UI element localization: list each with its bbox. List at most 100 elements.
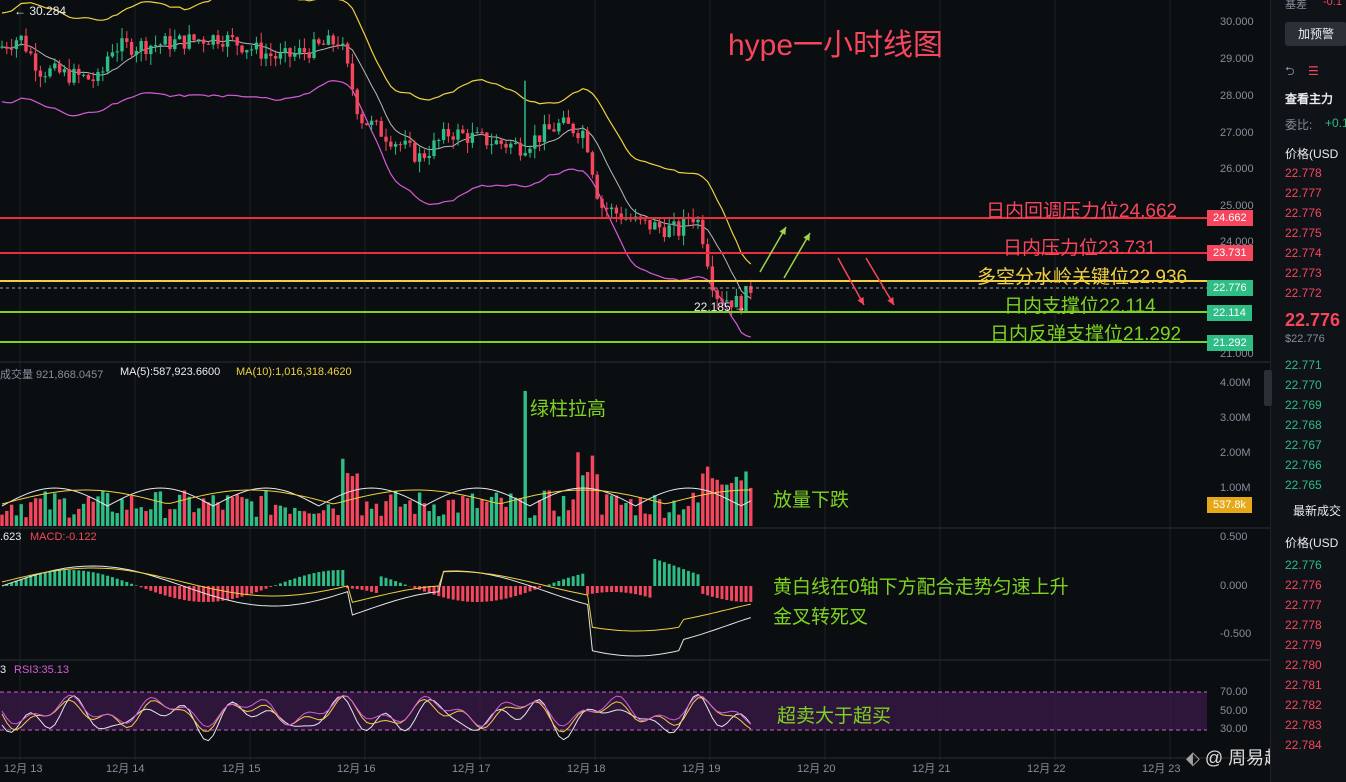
bid-price[interactable]: 22.765 bbox=[1285, 478, 1322, 492]
bid-price[interactable]: 22.767 bbox=[1285, 438, 1322, 452]
candle-body bbox=[115, 51, 119, 53]
candle-body bbox=[475, 131, 479, 133]
macd-histogram-bar bbox=[475, 586, 479, 602]
macd-histogram-bar bbox=[605, 586, 609, 593]
bid-price[interactable]: 22.770 bbox=[1285, 378, 1322, 392]
volume-bar bbox=[158, 491, 163, 526]
volume-bar bbox=[29, 502, 33, 526]
volume-bar bbox=[355, 473, 359, 526]
volume-bar bbox=[624, 503, 628, 526]
macd-histogram-bar bbox=[197, 586, 201, 602]
price-tick: 29.000 bbox=[1220, 53, 1254, 65]
candle-body bbox=[91, 79, 95, 82]
volume-bar bbox=[120, 499, 124, 526]
bid-price[interactable]: 22.769 bbox=[1285, 398, 1322, 412]
volume-bar bbox=[408, 500, 412, 526]
macd-histogram-bar bbox=[634, 586, 638, 595]
current-price-tag: 22.776 bbox=[1207, 280, 1253, 296]
ask-price[interactable]: 22.777 bbox=[1285, 186, 1322, 200]
macd-histogram-bar bbox=[115, 578, 119, 586]
volume-bar bbox=[24, 517, 28, 526]
candle-body bbox=[504, 143, 508, 148]
macd-histogram-bar bbox=[485, 586, 489, 602]
support-1-tag: 22.114 bbox=[1207, 305, 1252, 321]
ask-price[interactable]: 22.775 bbox=[1285, 226, 1322, 240]
candle-body bbox=[264, 53, 268, 59]
candle-body bbox=[278, 53, 283, 59]
support-1-note: 日内支撑位22.114 bbox=[1004, 296, 1156, 317]
candle-body bbox=[144, 41, 148, 55]
latest-trades-tab[interactable]: 最新成交 bbox=[1293, 502, 1341, 519]
candle-body bbox=[182, 35, 187, 49]
candle-body bbox=[393, 144, 398, 147]
volume-tag: 537.8k bbox=[1207, 497, 1253, 513]
macd-histogram-bar bbox=[638, 586, 642, 596]
volume-bar bbox=[417, 492, 422, 526]
volume-bar bbox=[427, 511, 431, 526]
candle-body bbox=[648, 219, 652, 230]
macd-histogram-bar bbox=[619, 586, 623, 593]
candle-body bbox=[485, 132, 489, 146]
macd-histogram-bar bbox=[667, 563, 671, 586]
volume-bar bbox=[48, 509, 52, 526]
trade-price: 22.779 bbox=[1285, 638, 1322, 652]
volume-bar bbox=[446, 500, 451, 526]
ask-price[interactable]: 22.773 bbox=[1285, 266, 1322, 280]
ask-price[interactable]: 22.778 bbox=[1285, 166, 1322, 180]
macd-histogram-bar bbox=[648, 586, 652, 598]
orderbook-toggle-icon[interactable]: ☰ bbox=[1308, 64, 1319, 78]
volume-bar bbox=[360, 515, 364, 526]
volume-tick: 3.00M bbox=[1220, 412, 1251, 424]
candle-body bbox=[245, 50, 249, 53]
volume-bar bbox=[77, 508, 81, 526]
candle-body bbox=[600, 198, 604, 208]
candle-body bbox=[312, 39, 316, 58]
candle-body bbox=[355, 89, 359, 115]
macd-histogram-bar bbox=[370, 586, 374, 592]
volume-bar bbox=[667, 512, 671, 526]
macd-histogram-bar bbox=[552, 582, 556, 586]
candle-body bbox=[168, 36, 172, 50]
volume-bar bbox=[672, 500, 676, 526]
volume-bar bbox=[321, 510, 326, 526]
ask-price[interactable]: 22.774 bbox=[1285, 246, 1322, 260]
volume-bar bbox=[53, 493, 57, 526]
macd-histogram-bar bbox=[643, 586, 647, 597]
candle-body bbox=[609, 207, 614, 210]
date-tick: 12月 20 bbox=[797, 763, 836, 775]
volume-bar bbox=[729, 482, 734, 526]
candle-body bbox=[24, 35, 28, 52]
bid-price[interactable]: 22.771 bbox=[1285, 358, 1322, 372]
candle-body bbox=[86, 74, 91, 80]
kline-chart[interactable] bbox=[0, 0, 1270, 782]
candle-body bbox=[14, 40, 19, 50]
volume-bar bbox=[681, 509, 686, 526]
candle-body bbox=[489, 144, 494, 146]
volume-bar bbox=[705, 466, 710, 526]
volume-bar bbox=[609, 495, 614, 526]
macd-histogram-bar bbox=[566, 577, 570, 586]
panel-collapse-handle[interactable] bbox=[1264, 370, 1272, 406]
volume-bar bbox=[307, 513, 311, 526]
ask-price[interactable]: 22.776 bbox=[1285, 206, 1322, 220]
trades-price-header: 价格(USD bbox=[1285, 536, 1339, 550]
macd-histogram-bar bbox=[48, 571, 52, 586]
macd-histogram-bar bbox=[250, 586, 254, 594]
trade-price: 22.783 bbox=[1285, 718, 1322, 732]
candle-body bbox=[336, 44, 340, 46]
layout-icon[interactable]: ⮌ bbox=[1285, 64, 1295, 78]
bid-price[interactable]: 22.766 bbox=[1285, 458, 1322, 472]
price-tick: 27.000 bbox=[1220, 127, 1254, 139]
volume-bar bbox=[696, 502, 700, 526]
add-alert-button[interactable]: 加预警 bbox=[1285, 22, 1346, 46]
panel-icons[interactable]: ⮌ ☰ bbox=[1285, 62, 1319, 83]
candle-body bbox=[19, 35, 23, 41]
volume-bar bbox=[182, 490, 187, 526]
candle-body bbox=[33, 53, 38, 71]
ask-price[interactable]: 22.772 bbox=[1285, 286, 1322, 300]
main-force-link[interactable]: 查看主力 bbox=[1285, 90, 1333, 107]
macd-histogram-bar bbox=[571, 576, 575, 586]
volume-bar bbox=[465, 498, 470, 526]
bid-price[interactable]: 22.768 bbox=[1285, 418, 1322, 432]
macd-histogram-bar bbox=[317, 572, 321, 586]
